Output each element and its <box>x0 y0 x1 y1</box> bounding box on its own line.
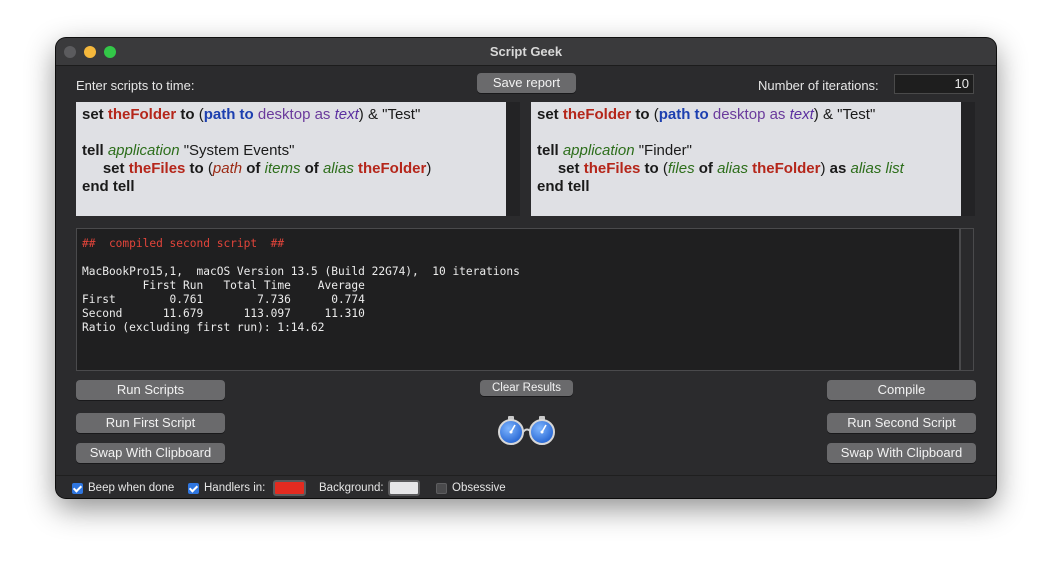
handlers-color-well[interactable] <box>273 480 306 496</box>
output-header: ## compiled second script ## <box>82 237 285 250</box>
output-line: MacBookPro15,1, macOS Version 13.5 (Buil… <box>82 265 520 278</box>
beep-checkbox[interactable] <box>72 483 83 494</box>
output-line: Ratio (excluding first run): 1:14.62 <box>82 321 325 334</box>
output-line: Second 11.679 113.097 11.310 <box>82 307 365 320</box>
save-report-button[interactable]: Save report <box>477 73 576 93</box>
run-second-script-button[interactable]: Run Second Script <box>827 413 976 433</box>
code-line: end tell <box>82 178 135 195</box>
code-line: set theFiles to (path of items of alias … <box>102 160 432 177</box>
code-line: tell application "Finder" <box>537 142 692 159</box>
first-script-editor[interactable]: set theFolder to (path to desktop as tex… <box>76 102 506 216</box>
code-line: end tell <box>537 178 590 195</box>
run-scripts-button[interactable]: Run Scripts <box>76 380 225 400</box>
background-label: Background: <box>319 482 384 494</box>
obsessive-label: Obsessive <box>452 482 506 494</box>
obsessive-checkbox[interactable] <box>436 483 447 494</box>
scripts-label: Enter scripts to time: <box>76 78 195 93</box>
code-line: set theFolder to (path to desktop as tex… <box>82 106 421 123</box>
output-scrollbar[interactable] <box>960 228 974 371</box>
clear-results-button[interactable]: Clear Results <box>480 380 573 396</box>
swap-first-clipboard-button[interactable]: Swap With Clipboard <box>76 443 225 463</box>
first-editor-scrollbar[interactable] <box>506 102 520 216</box>
compile-button[interactable]: Compile <box>827 380 976 400</box>
code-line: set theFolder to (path to desktop as tex… <box>537 106 876 123</box>
second-editor-scrollbar[interactable] <box>961 102 975 216</box>
window-title: Script Geek <box>489 44 563 59</box>
iterations-field[interactable]: 10 <box>894 74 974 94</box>
app-window: Script Geek Enter scripts to time: Save … <box>56 38 996 498</box>
output-line: First 0.761 7.736 0.774 <box>82 293 365 306</box>
bottom-bar: Beep when done Handlers in: Background: … <box>56 475 996 498</box>
background-color-well[interactable] <box>388 480 420 496</box>
title-bar: Script Geek <box>56 38 996 66</box>
swap-second-clipboard-button[interactable]: Swap With Clipboard <box>827 443 976 463</box>
stopwatch-icon <box>498 416 555 445</box>
handlers-label: Handlers in: <box>204 482 266 494</box>
iterations-label: Number of iterations: <box>758 78 879 93</box>
second-script-editor[interactable]: set theFolder to (path to desktop as tex… <box>531 102 961 216</box>
results-output[interactable]: ## compiled second script ## MacBookPro1… <box>76 228 960 371</box>
run-first-script-button[interactable]: Run First Script <box>76 413 225 433</box>
beep-label: Beep when done <box>88 482 175 494</box>
code-line: tell application "System Events" <box>82 142 295 159</box>
output-line: First Run Total Time Average <box>82 279 365 292</box>
handlers-checkbox[interactable] <box>188 483 199 494</box>
output-blank <box>82 251 954 265</box>
code-line: set theFiles to (files of alias theFolde… <box>557 160 904 177</box>
